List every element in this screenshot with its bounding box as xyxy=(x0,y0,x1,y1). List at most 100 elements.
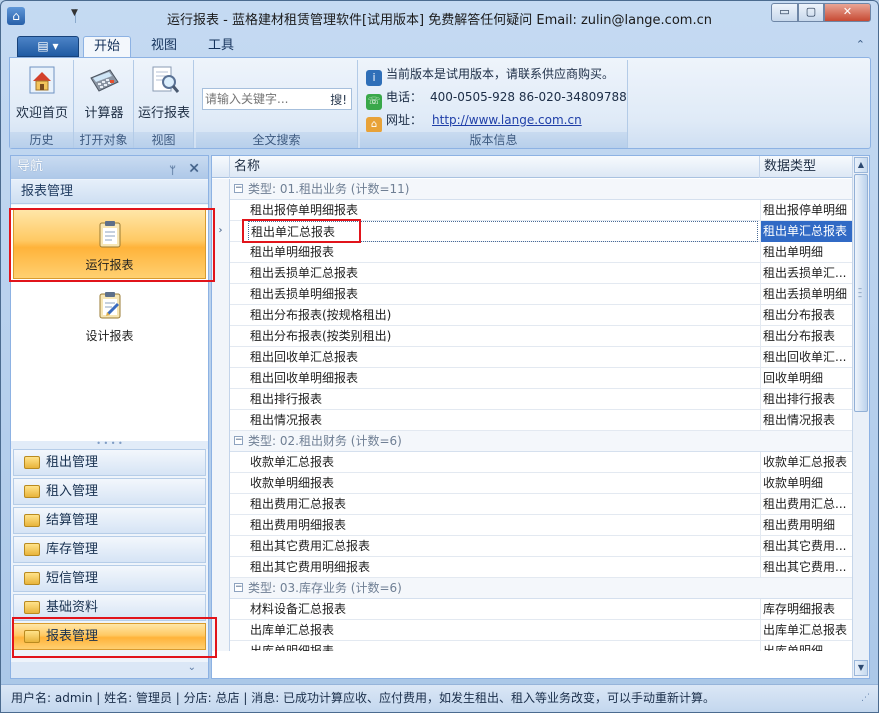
cell-name[interactable]: 租出费用明细报表 xyxy=(248,515,758,536)
scroll-down-icon[interactable]: ▼ xyxy=(854,660,868,676)
table-row[interactable]: 租出排行报表 租出排行报表 xyxy=(212,389,853,410)
table-row[interactable]: › 租出单汇总报表 租出单汇总报表 xyxy=(212,221,853,242)
cell-name[interactable]: 租出回收单明细报表 xyxy=(248,368,758,389)
cell-type[interactable]: 租出费用明细 xyxy=(760,515,853,536)
table-row[interactable]: 收款单明细报表 收款单明细 xyxy=(212,473,853,494)
tab-home[interactable]: 开始 xyxy=(83,36,131,58)
cell-type[interactable]: 租出分布报表 xyxy=(760,305,853,326)
cell-type[interactable]: 租出丢损单明细 xyxy=(760,284,853,305)
cell-type[interactable]: 收款单汇总报表 xyxy=(760,452,853,473)
table-row[interactable]: 收款单汇总报表 收款单汇总报表 xyxy=(212,452,853,473)
table-row[interactable]: 租出报停单明细报表 租出报停单明细 xyxy=(212,200,853,221)
calculator-button[interactable]: 计算器 xyxy=(76,64,132,128)
resize-grip-icon[interactable]: ⋰ xyxy=(861,693,870,703)
cell-name[interactable]: 租出其它费用汇总报表 xyxy=(248,536,758,557)
cell-type[interactable]: 租出排行报表 xyxy=(760,389,853,410)
cell-type[interactable]: 租出报停单明细 xyxy=(760,200,853,221)
collapse-toggle-icon[interactable]: − xyxy=(234,583,243,592)
cell-type[interactable]: 租出单明细 xyxy=(760,242,853,263)
tab-view[interactable]: 视图 xyxy=(139,36,189,58)
close-button[interactable]: ✕ xyxy=(824,3,871,22)
column-header-name[interactable]: 名称 xyxy=(230,156,760,178)
cell-type[interactable]: 租出情况报表 xyxy=(760,410,853,431)
nav-item-run-report[interactable]: 运行报表 xyxy=(13,209,206,279)
website-link[interactable]: http://www.lange.com.cn xyxy=(432,113,582,127)
welcome-home-button[interactable]: 欢迎首页 xyxy=(14,64,70,128)
table-row[interactable]: 租出回收单明细报表 回收单明细 xyxy=(212,368,853,389)
maximize-button[interactable]: ▢ xyxy=(798,3,824,22)
nav-item-design-report[interactable]: 设计报表 xyxy=(13,281,206,351)
table-row[interactable]: 租出回收单汇总报表 租出回收单汇... xyxy=(212,347,853,368)
cell-name[interactable]: 材料设备汇总报表 xyxy=(248,599,758,620)
nav-section-report-management[interactable]: 报表管理 xyxy=(13,623,206,650)
cell-name[interactable]: 租出分布报表(按类别租出) xyxy=(248,326,758,347)
cell-name[interactable]: 租出回收单汇总报表 xyxy=(248,347,758,368)
search-input[interactable] xyxy=(205,91,317,107)
cell-name[interactable]: 出库单明细报表 xyxy=(248,641,758,651)
table-row[interactable]: 出库单明细报表 出库单明细 xyxy=(212,641,853,651)
tab-tools[interactable]: 工具 xyxy=(195,36,247,58)
table-row[interactable]: 材料设备汇总报表 库存明细报表 xyxy=(212,599,853,620)
minimize-button[interactable]: ▭ xyxy=(771,3,798,22)
nav-close-icon[interactable]: ✕ xyxy=(188,158,200,180)
nav-overflow-chevron-icon[interactable]: ⌄ xyxy=(11,662,208,678)
nav-splitter[interactable]: • • • • xyxy=(11,440,208,449)
cell-name[interactable]: 租出单汇总报表 xyxy=(248,221,758,242)
nav-section-rent-in[interactable]: 租入管理 xyxy=(13,478,206,505)
group-row[interactable]: − 类型: 02.租出财务 (计数=6) xyxy=(212,431,853,452)
nav-section-basic-data[interactable]: 基础资料 xyxy=(13,594,206,621)
cell-type[interactable]: 租出其它费用... xyxy=(760,536,853,557)
cell-type[interactable]: 租出丢损单汇... xyxy=(760,263,853,284)
cell-type[interactable]: 租出单汇总报表 xyxy=(760,221,853,242)
column-header-type[interactable]: 数据类型 xyxy=(760,156,853,178)
cell-type[interactable]: 租出其它费用... xyxy=(760,557,853,578)
table-row[interactable]: 租出分布报表(按类别租出) 租出分布报表 xyxy=(212,326,853,347)
cell-name[interactable]: 租出分布报表(按规格租出) xyxy=(248,305,758,326)
cell-name[interactable]: 租出排行报表 xyxy=(248,389,758,410)
cell-type[interactable]: 库存明细报表 xyxy=(760,599,853,620)
cell-type[interactable]: 出库单汇总报表 xyxy=(760,620,853,641)
cell-type[interactable]: 租出分布报表 xyxy=(760,326,853,347)
cell-type[interactable]: 租出费用汇总... xyxy=(760,494,853,515)
cell-name[interactable]: 租出报停单明细报表 xyxy=(248,200,758,221)
cell-name[interactable]: 收款单明细报表 xyxy=(248,473,758,494)
table-row[interactable]: 租出丢损单汇总报表 租出丢损单汇... xyxy=(212,263,853,284)
cell-type[interactable]: 收款单明细 xyxy=(760,473,853,494)
table-row[interactable]: 租出情况报表 租出情况报表 xyxy=(212,410,853,431)
pin-icon[interactable]: ᛘ xyxy=(169,160,176,182)
table-row[interactable]: 租出费用明细报表 租出费用明细 xyxy=(212,515,853,536)
cell-name[interactable]: 租出费用汇总报表 xyxy=(248,494,758,515)
table-row[interactable]: 租出分布报表(按规格租出) 租出分布报表 xyxy=(212,305,853,326)
nav-section-settlement[interactable]: 结算管理 xyxy=(13,507,206,534)
application-menu-button[interactable]: ▤ ▾ xyxy=(17,36,79,57)
cell-type[interactable]: 租出回收单汇... xyxy=(760,347,853,368)
group-row[interactable]: − 类型: 03.库存业务 (计数=6) xyxy=(212,578,853,599)
cell-name[interactable]: 收款单汇总报表 xyxy=(248,452,758,473)
table-row[interactable]: 出库单汇总报表 出库单汇总报表 xyxy=(212,620,853,641)
ribbon-collapse-icon[interactable]: ⌃ xyxy=(856,38,865,51)
group-row[interactable]: − 类型: 01.租出业务 (计数=11) xyxy=(212,179,853,200)
cell-name[interactable]: 租出丢损单汇总报表 xyxy=(248,263,758,284)
nav-section-inventory[interactable]: 库存管理 xyxy=(13,536,206,563)
cell-type[interactable]: 回收单明细 xyxy=(760,368,853,389)
run-report-ribbon-button[interactable]: 运行报表 xyxy=(136,64,192,128)
scroll-up-icon[interactable]: ▲ xyxy=(854,157,868,173)
nav-section-sms[interactable]: 短信管理 xyxy=(13,565,206,592)
cell-name[interactable]: 出库单汇总报表 xyxy=(248,620,758,641)
cell-name[interactable]: 租出丢损单明细报表 xyxy=(248,284,758,305)
cell-name[interactable]: 租出单明细报表 xyxy=(248,242,758,263)
table-row[interactable]: 租出费用汇总报表 租出费用汇总... xyxy=(212,494,853,515)
vertical-scrollbar[interactable]: ▲ – – – ▼ xyxy=(852,156,869,678)
search-button[interactable]: 搜! xyxy=(330,91,347,108)
cell-name[interactable]: 租出情况报表 xyxy=(248,410,758,431)
nav-section-rent-out[interactable]: 租出管理 xyxy=(13,449,206,476)
scroll-thumb[interactable]: – – – xyxy=(854,174,868,412)
table-row[interactable]: 租出单明细报表 租出单明细 xyxy=(212,242,853,263)
collapse-toggle-icon[interactable]: − xyxy=(234,184,243,193)
table-row[interactable]: 租出丢损单明细报表 租出丢损单明细 xyxy=(212,284,853,305)
cell-name[interactable]: 租出其它费用明细报表 xyxy=(248,557,758,578)
cell-type[interactable]: 出库单明细 xyxy=(760,641,853,651)
table-row[interactable]: 租出其它费用明细报表 租出其它费用... xyxy=(212,557,853,578)
table-row[interactable]: 租出其它费用汇总报表 租出其它费用... xyxy=(212,536,853,557)
collapse-toggle-icon[interactable]: − xyxy=(234,436,243,445)
